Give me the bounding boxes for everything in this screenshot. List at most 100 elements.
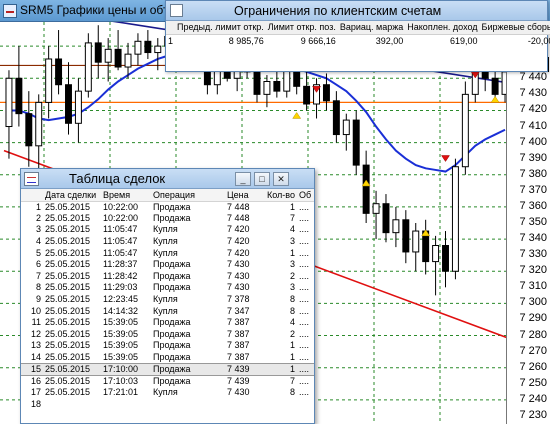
table-cell: 7 <box>289 212 295 223</box>
table-cell: Продажа <box>153 212 191 223</box>
table-cell: 11:29:03 <box>103 282 138 293</box>
column-header: Предыд. лимит откр. <box>175 21 266 35</box>
price-tick-label: 7 340 <box>519 232 547 245</box>
column-header: Об <box>297 189 314 202</box>
table-cell: Купля <box>153 294 178 305</box>
price-tick-label: 7 240 <box>519 392 547 405</box>
trades-window: Таблица сделок _ □ ✕ Дата сделки Время Опе… <box>20 168 315 424</box>
buy-trade-marker <box>490 95 500 103</box>
table-cell: 1 <box>289 340 295 351</box>
table-row[interactable]: 4 25.05.2015 11:05:47 Купля 7 420 3.... <box>21 236 314 248</box>
table-cell <box>43 399 101 411</box>
table-cell: 1 <box>168 36 174 47</box>
table-cell <box>225 399 265 411</box>
table-row[interactable]: 18 <box>21 399 314 411</box>
table-cell: 15:39:05 <box>103 328 139 339</box>
table-row[interactable]: 16 25.05.2015 17:10:03 Продажа 7 439 7.... <box>21 375 314 387</box>
column-header: Операция <box>151 189 225 202</box>
table-cell: 7 420 <box>227 236 250 247</box>
client-limits-titlebar[interactable]: Ограничения по клиентским счетам <box>166 1 547 21</box>
table-cell: 3 <box>289 259 295 270</box>
table-cell: 7 347 <box>227 305 250 316</box>
candle <box>104 48 112 63</box>
table-cell: .... <box>299 317 310 328</box>
table-cell: 2 <box>289 328 295 339</box>
table-cell: 619,00 <box>450 36 478 47</box>
table-cell: 3 <box>289 282 295 293</box>
minimize-button[interactable]: _ <box>235 172 251 186</box>
maximize-button[interactable]: □ <box>254 172 270 186</box>
table-cell: 7 420 <box>227 224 250 235</box>
table-cell: 17:10:03 <box>103 375 139 386</box>
table-row[interactable]: 8 25.05.2015 11:29:03 Продажа 7 430 3.... <box>21 282 314 294</box>
table-row[interactable]: 13 25.05.2015 15:39:05 Продажа 7 387 1.... <box>21 340 314 352</box>
table-cell: 25.05.2015 <box>45 236 91 247</box>
table-cell: 25.05.2015 <box>45 224 91 235</box>
table-row[interactable]: 9 25.05.2015 12:23:45 Купля 7 378 8.... <box>21 294 314 306</box>
candle <box>144 40 152 54</box>
table-cell: 7 448 <box>227 201 250 212</box>
table-cell <box>297 399 314 411</box>
buy-trade-marker <box>292 111 302 119</box>
table-cell: 12 <box>30 328 41 339</box>
price-tick-label: 7 290 <box>519 312 547 325</box>
client-limits-title: Ограничения по клиентским счетам <box>234 4 442 18</box>
table-cell: 10:22:00 <box>103 212 139 223</box>
table-cell: 17:10:00 <box>101 362 151 376</box>
price-tick-label: 7 370 <box>519 183 547 196</box>
price-tick-label: 7 320 <box>519 264 547 277</box>
table-cell: 14:14:32 <box>103 305 139 316</box>
table-cell: .... <box>299 224 310 235</box>
table-cell: .... <box>299 212 310 223</box>
close-button[interactable]: ✕ <box>273 172 289 186</box>
table-row[interactable]: 1 25.05.2015 10:22:00 Продажа 7 448 1.... <box>21 201 314 213</box>
table-cell: 11:28:37 <box>103 259 138 270</box>
table-cell: 15 <box>21 362 43 376</box>
table-window-icon[interactable] <box>24 172 39 186</box>
table-row[interactable]: 6 25.05.2015 11:28:37 Продажа 7 430 3.... <box>21 259 314 271</box>
table-cell: 3 <box>35 224 41 235</box>
price-tick-label: 7 330 <box>519 248 547 261</box>
price-axis[interactable]: 7 4607 4507 4407 4307 4207 4107 4007 390… <box>506 22 550 424</box>
table-row[interactable]: 11 25.05.2015 15:39:05 Продажа 7 387 4.... <box>21 317 314 329</box>
trades-title: Таблица сделок <box>69 171 166 186</box>
table-cell: .... <box>299 387 310 398</box>
table-row[interactable]: 1 8 985,76 9 666,16 392,00 619,00 -20,00 <box>166 34 550 48</box>
candle <box>303 85 311 105</box>
table-row[interactable]: 5 25.05.2015 11:05:47 Купля 7 420 1.... <box>21 247 314 259</box>
price-tick-label: 7 380 <box>519 167 547 180</box>
candle <box>55 58 63 86</box>
table-cell: 25.05.2015 <box>45 305 91 316</box>
column-header: Биржевые сборы <box>479 21 550 35</box>
table-cell: 25.05.2015 <box>43 362 101 376</box>
table-cell: 16 <box>30 375 41 386</box>
candle <box>382 203 390 234</box>
trades-titlebar[interactable]: Таблица сделок _ □ ✕ <box>21 169 314 189</box>
table-row[interactable]: 10 25.05.2015 14:14:32 Купля 7 347 8.... <box>21 305 314 317</box>
candle <box>322 84 330 102</box>
candle <box>442 245 449 272</box>
table-cell <box>151 399 225 411</box>
table-cell <box>265 399 297 411</box>
table-cell: 25.05.2015 <box>45 270 91 281</box>
table-row[interactable]: 14 25.05.2015 15:39:05 Продажа 7 387 1.... <box>21 352 314 364</box>
table-cell: 7 387 <box>227 328 250 339</box>
table-cell: 3 <box>289 236 295 247</box>
client-limits-table: Предыд. лимит откр. Лимит откр. поз. Вариа… <box>166 21 550 48</box>
candle <box>263 80 271 95</box>
table-row[interactable]: 12 25.05.2015 15:39:05 Продажа 7 387 2.... <box>21 329 314 341</box>
table-cell: 9 666,16 <box>300 36 336 47</box>
table-cell: 8 <box>289 387 295 398</box>
table-row[interactable]: 15 25.05.2015 17:10:00 Продажа 7 439 1.... <box>21 362 314 376</box>
candle <box>352 119 360 166</box>
table-row[interactable]: 3 25.05.2015 11:05:47 Купля 7 420 4.... <box>21 224 314 236</box>
candle <box>332 100 340 136</box>
trades-table: Дата сделки Время Операция Цена Кол-во Об 1 25… <box>21 189 314 410</box>
table-row[interactable]: 17 25.05.2015 17:21:01 Купля 7 430 8.... <box>21 387 314 399</box>
table-cell: .... <box>299 305 310 316</box>
table-cell: Продажа <box>153 351 191 362</box>
table-cell: 25.05.2015 <box>45 328 91 339</box>
table-row[interactable]: 7 25.05.2015 11:28:42 Продажа 7 430 2.... <box>21 271 314 283</box>
table-row[interactable]: 2 25.05.2015 10:22:00 Продажа 7 448 7.... <box>21 213 314 225</box>
candle <box>134 40 142 55</box>
